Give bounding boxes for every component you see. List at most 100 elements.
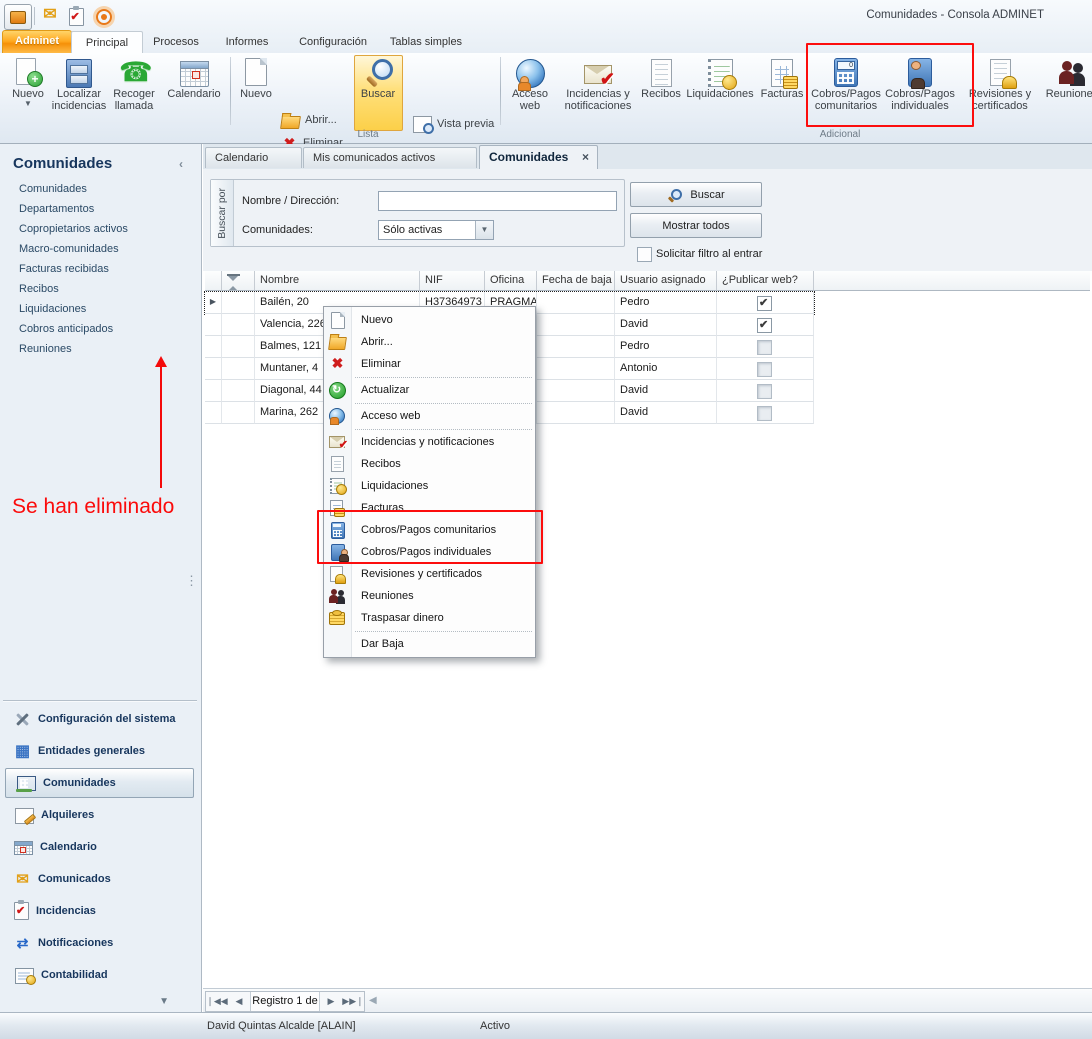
table-icon: ▦ (14, 743, 31, 760)
doc-tab-calendario[interactable]: Calendario (205, 147, 302, 168)
ribbon-tab-tablas-simples[interactable]: Tablas simples (382, 31, 470, 53)
nav-item-incidencias[interactable]: Incidencias (5, 896, 194, 926)
nav-item-comunicados[interactable]: ✉ Comunicados (5, 864, 194, 894)
header-hourglass[interactable] (222, 271, 255, 291)
ribbon-facturas-button[interactable]: Facturas (757, 56, 807, 128)
publicar-web-checkbox[interactable] (757, 296, 772, 311)
ribbon-tab-informes[interactable]: Informes (212, 31, 282, 53)
header-nombre[interactable]: Nombre (255, 271, 420, 291)
menu-item-dar-baja[interactable]: Dar Baja (324, 633, 535, 655)
sidebar-item-copropietarios[interactable]: Copropietarios activos (19, 219, 128, 239)
doc-tab-mis-comunicados[interactable]: Mis comunicados activos (303, 147, 477, 168)
ribbon-acceso-web-button[interactable]: Acceso web (506, 56, 554, 128)
new-doc-icon (331, 312, 345, 329)
menu-item-actualizar[interactable]: Actualizar (324, 379, 535, 401)
ribbon-calendario-button[interactable]: Calendario (162, 56, 226, 128)
prev-record-button[interactable]: ◀ (228, 992, 250, 1011)
sidebar-item-facturas-recibidas[interactable]: Facturas recibidas (19, 259, 109, 279)
sidebar-item-comunidades[interactable]: Comunidades (19, 179, 87, 199)
app-window: ✉ Comunidades - Consola ADMINET Adminet … (0, 0, 1092, 1039)
tools-icon (14, 711, 31, 728)
ribbon-abrir-button[interactable]: Abrir... (281, 111, 337, 129)
sidebar-item-liquidaciones[interactable]: Liquidaciones (19, 299, 86, 319)
search-icon (667, 188, 684, 202)
menu-item-abrir[interactable]: Abrir... (324, 331, 535, 353)
buscar-por-tab[interactable]: Buscar por (211, 180, 234, 246)
menu-item-recibos[interactable]: Recibos (324, 453, 535, 475)
new-doc-icon (13, 57, 43, 87)
app-menu-button[interactable] (4, 4, 32, 30)
first-record-button[interactable]: ❘◀◀ (206, 992, 228, 1011)
meeting-people-icon (1057, 58, 1087, 86)
ribbon-recoger-llamada-button[interactable]: ☎ Recoger llamada (108, 56, 160, 128)
envelope-icon: ✉ (43, 5, 56, 25)
publicar-web-checkbox[interactable] (757, 340, 772, 355)
buscar-button[interactable]: Buscar (630, 182, 762, 207)
document-tab-strip: Calendario Mis comunicados activos Comun… (203, 144, 1092, 169)
nav-item-alquileres[interactable]: Alquileres (5, 800, 194, 830)
ribbon-tab-procesos[interactable]: Procesos (142, 31, 210, 53)
communities-select[interactable]: Sólo activas ▼ (378, 220, 494, 240)
quick-mail-button[interactable]: ✉ (38, 5, 62, 27)
menu-item-acceso-web[interactable]: Acceso web (324, 405, 535, 427)
header-usuario[interactable]: Usuario asignado (615, 271, 717, 291)
menu-item-eliminar[interactable]: ✖Eliminar (324, 353, 535, 375)
nav-overflow-chevron-icon[interactable]: ▼ (159, 996, 169, 1007)
broadcast-icon (96, 9, 112, 25)
sidebar-item-reuniones[interactable]: Reuniones (19, 339, 72, 359)
publicar-web-checkbox[interactable] (757, 384, 772, 399)
ribbon-buscar-button[interactable]: Buscar (356, 56, 400, 128)
menu-item-traspasar-dinero[interactable]: Traspasar dinero (324, 607, 535, 629)
solicitar-filtro-checkbox[interactable] (637, 247, 652, 262)
header-oficina[interactable]: Oficina (485, 271, 537, 291)
nav-item-contabilidad[interactable]: Contabilidad (5, 960, 194, 990)
hscroll-left-arrow[interactable]: ◀ (369, 995, 377, 1006)
nav-item-calendario[interactable]: Calendario (5, 832, 194, 862)
publicar-web-checkbox[interactable] (757, 406, 772, 421)
file-tab-adminet[interactable]: Adminet (2, 30, 72, 55)
collapse-chevron-icon[interactable]: ‹ (179, 157, 183, 171)
ribbon-tab-configuracion[interactable]: Configuración (286, 31, 380, 53)
ribbon-nuevo-lista-button[interactable]: Nuevo (236, 56, 276, 128)
last-record-button[interactable]: ▶▶❘ (342, 992, 364, 1011)
header-publicar-web[interactable]: ¿Publicar web? (717, 271, 814, 291)
next-record-button[interactable]: ▶ (320, 992, 342, 1011)
ribbon-tab-principal[interactable]: Principal (71, 31, 143, 54)
sidebar-item-departamentos[interactable]: Departamentos (19, 199, 94, 219)
header-fecha-baja[interactable]: Fecha de baja (537, 271, 615, 291)
ledger-icon (15, 968, 34, 984)
chevron-down-icon[interactable]: ▼ (475, 221, 493, 239)
menu-item-nuevo[interactable]: Nuevo (324, 309, 535, 331)
menu-item-liquidaciones[interactable]: Liquidaciones (324, 475, 535, 497)
publicar-web-checkbox[interactable] (757, 318, 772, 333)
quick-incidents-button[interactable] (64, 5, 88, 27)
tab-close-icon[interactable]: × (582, 149, 589, 165)
ribbon-nuevo-button[interactable]: Nuevo ▼ (6, 56, 50, 128)
nav-item-comunidades[interactable]: Comunidades (5, 768, 194, 798)
splitter-grip[interactable]: ⋮ (185, 578, 198, 584)
menu-item-revisiones[interactable]: Revisiones y certificados (324, 563, 535, 585)
header-nif[interactable]: NIF (420, 271, 485, 291)
ribbon-liquidaciones-button[interactable]: Liquidaciones (686, 56, 754, 128)
ribbon-recibos-button[interactable]: Recibos (638, 56, 684, 128)
ribbon-group-label-adicional: Adicional (808, 129, 872, 140)
ribbon-incidencias-button[interactable]: Incidencias y notificaciones (560, 56, 636, 128)
nav-item-notificaciones[interactable]: ⇄ Notificaciones (5, 928, 194, 958)
name-address-input[interactable] (378, 191, 617, 211)
sidebar-item-macro-comunidades[interactable]: Macro-comunidades (19, 239, 119, 259)
quick-broadcast-button[interactable] (92, 5, 116, 27)
publicar-web-checkbox[interactable] (757, 362, 772, 377)
nav-item-entidades-generales[interactable]: ▦ Entidades generales (5, 736, 194, 766)
doc-tab-comunidades[interactable]: Comunidades × (479, 145, 598, 169)
ribbon-vista-previa-button[interactable]: Vista previa (412, 115, 494, 133)
sidebar-item-cobros-anticipados[interactable]: Cobros anticipados (19, 319, 113, 339)
menu-item-incidencias[interactable]: Incidencias y notificaciones (324, 431, 535, 453)
ribbon-reuniones-button[interactable]: Reuniones (1042, 56, 1092, 128)
menu-item-reuniones[interactable]: Reuniones (324, 585, 535, 607)
nav-item-configuracion-sistema[interactable]: Configuración del sistema (5, 704, 194, 734)
mostrar-todos-button[interactable]: Mostrar todos (630, 213, 762, 238)
sidebar-item-recibos[interactable]: Recibos (19, 279, 59, 299)
ribbon-localizar-incidencias-button[interactable]: Localizar incidencias (52, 56, 106, 128)
building-icon (17, 776, 36, 791)
web-access-icon (516, 59, 545, 88)
